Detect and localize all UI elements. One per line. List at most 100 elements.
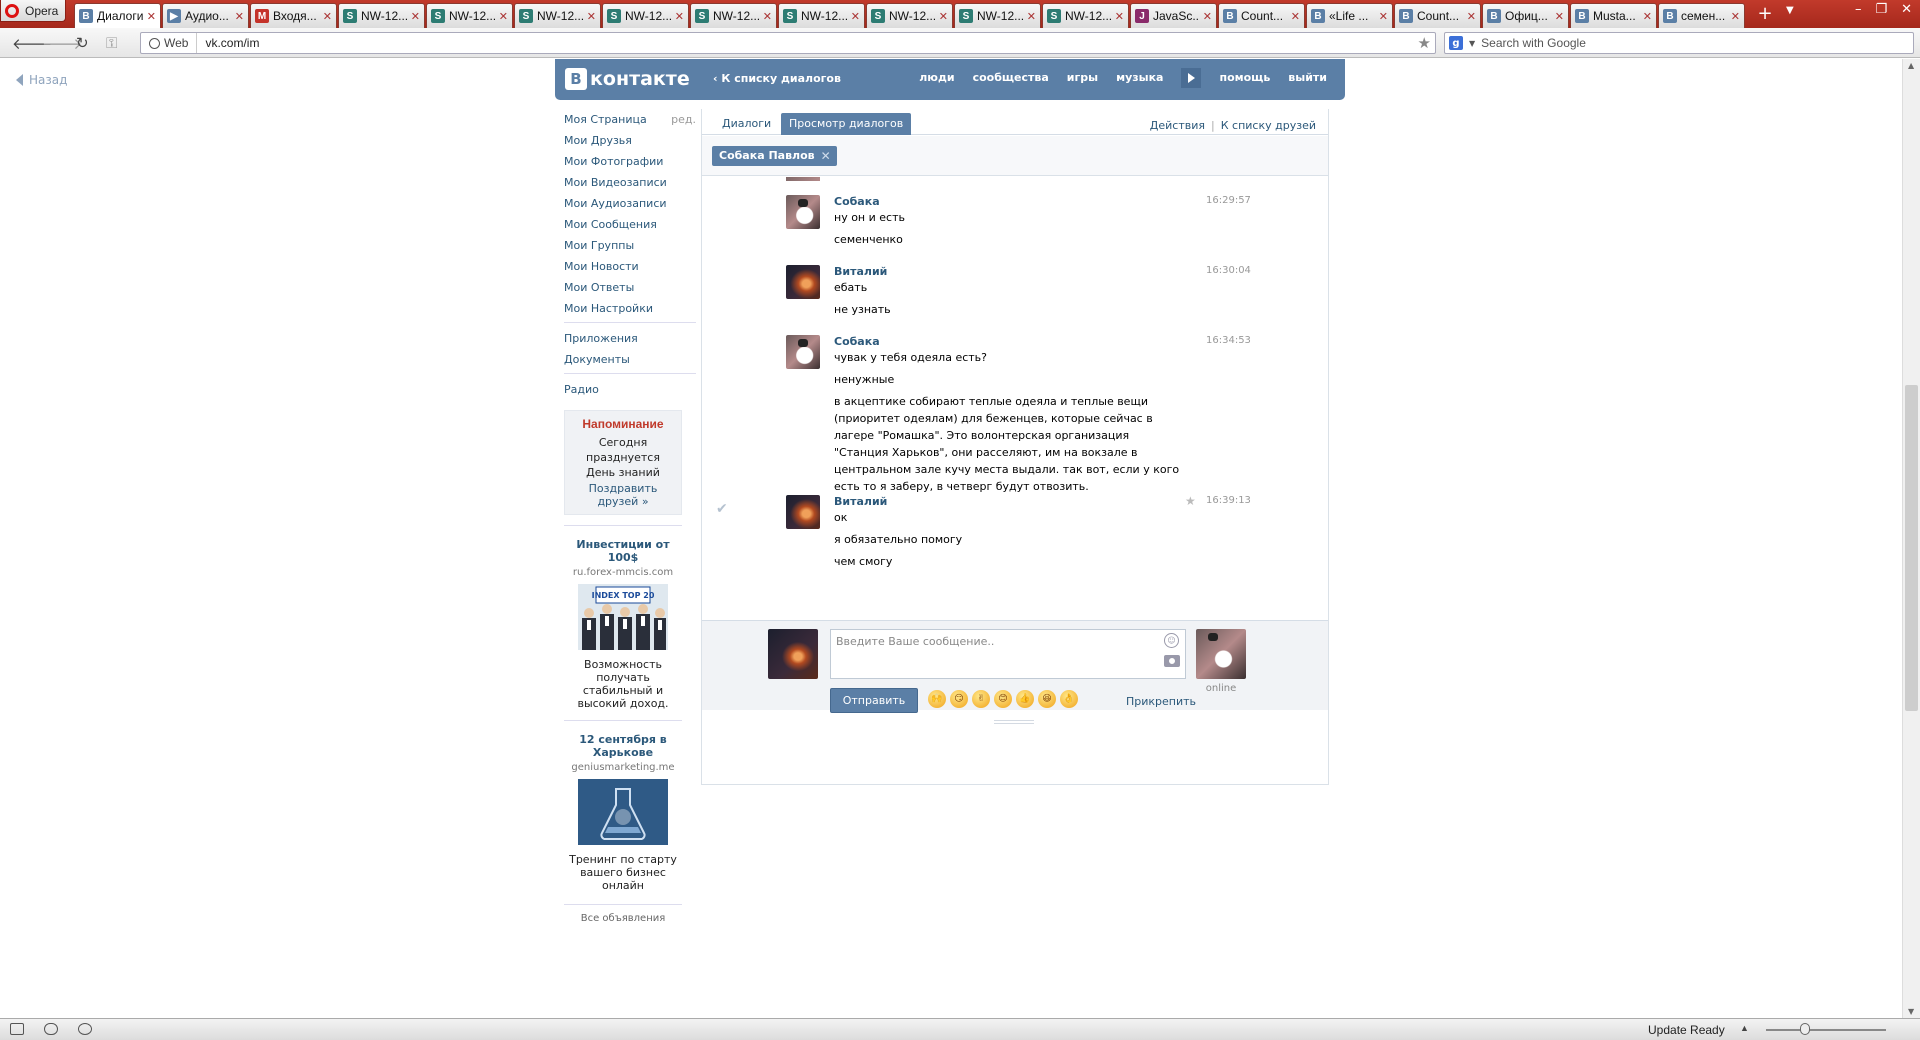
back-to-dialogs-link[interactable]: ‹ К списку диалогов: [713, 72, 841, 85]
smile-icon[interactable]: ☺: [1164, 633, 1179, 648]
browser-tab[interactable]: В Musta... ✕: [1570, 3, 1657, 28]
peer-chip[interactable]: Собака Павлов ✕: [712, 146, 837, 166]
tab-view-dialogs[interactable]: Просмотр диалогов: [781, 113, 912, 135]
emoji-icon[interactable]: 😆: [1038, 690, 1056, 708]
sidebar-item[interactable]: Мои Видеозаписи: [558, 172, 696, 193]
emoji-icon[interactable]: ✌: [972, 690, 990, 708]
nav-communities[interactable]: сообщества: [973, 71, 1049, 88]
checkmark-icon[interactable]: ✔: [716, 501, 728, 517]
sidebar-item[interactable]: Мои Ответы: [558, 277, 696, 298]
close-tab-icon[interactable]: ✕: [147, 10, 156, 23]
camera-icon[interactable]: [1164, 655, 1180, 667]
message-avatar[interactable]: [786, 335, 820, 369]
sidebar-item[interactable]: Мои Настройки: [558, 298, 696, 319]
url-text[interactable]: vk.com/im: [197, 36, 259, 50]
close-tab-icon[interactable]: ✕: [323, 10, 332, 23]
key-icon[interactable]: ⚿: [106, 34, 117, 52]
favorite-star-icon[interactable]: ★: [1185, 494, 1196, 508]
zoom-slider-handle[interactable]: [1800, 1023, 1810, 1035]
restore-icon[interactable]: ❐: [1875, 2, 1887, 17]
browser-tab[interactable]: В Count... ✕: [1394, 3, 1481, 28]
back-link[interactable]: Назад: [16, 73, 67, 87]
browser-tab[interactable]: ▶ Аудио... ✕: [162, 3, 249, 28]
speed-dial-icon[interactable]: [78, 1023, 92, 1035]
vk-logo[interactable]: В контакте: [565, 68, 690, 90]
emoji-icon[interactable]: 👌: [1060, 690, 1078, 708]
ad-title[interactable]: 12 сентября в Харькове: [564, 733, 682, 759]
close-tab-icon[interactable]: ✕: [939, 10, 948, 23]
emoji-icon[interactable]: 👍: [1016, 690, 1034, 708]
close-tab-icon[interactable]: ✕: [1731, 10, 1740, 23]
browser-tab[interactable]: S NW-12... ✕: [866, 3, 953, 28]
sidebar-item[interactable]: Мои Аудиозаписи: [558, 193, 696, 214]
browser-tab[interactable]: В Офиц... ✕: [1482, 3, 1569, 28]
scroll-down-icon[interactable]: ▼: [1908, 1007, 1914, 1016]
update-ready-label[interactable]: Update Ready: [1648, 1023, 1725, 1037]
congratulate-friends-link[interactable]: Поздравить друзей »: [567, 482, 679, 508]
tab-list-chevron-icon[interactable]: ▼: [1786, 5, 1794, 16]
ad-title[interactable]: Инвестиции от 100$: [564, 538, 682, 564]
panel-toggle-icon[interactable]: [10, 1023, 24, 1035]
zoom-slider[interactable]: [1766, 1029, 1886, 1031]
close-window-icon[interactable]: ✕: [1901, 2, 1912, 17]
close-tab-icon[interactable]: ✕: [1379, 10, 1388, 23]
new-tab-button[interactable]: +: [1754, 5, 1776, 25]
all-ads-link[interactable]: Все объявления: [564, 904, 682, 924]
reload-icon[interactable]: ↻: [76, 34, 89, 52]
close-tab-icon[interactable]: ✕: [411, 10, 420, 23]
close-tab-icon[interactable]: ✕: [763, 10, 772, 23]
resize-grip[interactable]: [994, 720, 1034, 724]
browser-tab[interactable]: В «Life ... ✕: [1306, 3, 1393, 28]
browser-tab[interactable]: S NW-12... ✕: [690, 3, 777, 28]
message-history[interactable]: Собака 16:29:57 ну он и есть семенченко Вита…: [702, 177, 1328, 619]
close-tab-icon[interactable]: ✕: [675, 10, 684, 23]
send-button[interactable]: Отправить: [830, 688, 918, 713]
ad-block[interactable]: Инвестиции от 100$ ru.forex-mmcis.com IN…: [564, 525, 682, 710]
message-input[interactable]: [830, 629, 1186, 679]
emoji-icon[interactable]: 😏: [950, 690, 968, 708]
edit-link[interactable]: ред.: [671, 113, 696, 126]
close-tab-icon[interactable]: ✕: [235, 10, 244, 23]
emoji-icon[interactable]: 😊: [994, 690, 1012, 708]
browser-tab[interactable]: В Count... ✕: [1218, 3, 1305, 28]
address-field[interactable]: Web vk.com/im ★: [140, 32, 1436, 54]
scrollbar-thumb[interactable]: [1905, 385, 1918, 711]
scroll-up-icon[interactable]: ▲: [1908, 61, 1914, 70]
sidebar-item[interactable]: Мои Друзья: [558, 130, 696, 151]
emoji-icon[interactable]: 🙌: [928, 690, 946, 708]
message-avatar[interactable]: [786, 265, 820, 299]
close-tab-icon[interactable]: ✕: [1555, 10, 1564, 23]
sidebar-item[interactable]: Мои Группы: [558, 235, 696, 256]
browser-tab[interactable]: S NW-12... ✕: [602, 3, 689, 28]
zoom-caret-icon[interactable]: ▲: [1740, 1023, 1749, 1033]
cloud-icon[interactable]: [44, 1023, 58, 1035]
message-avatar[interactable]: [786, 195, 820, 229]
attach-link[interactable]: Прикрепить: [1126, 695, 1196, 708]
close-tab-icon[interactable]: ✕: [1291, 10, 1300, 23]
my-avatar[interactable]: [768, 629, 818, 679]
sidebar-item[interactable]: Приложения: [558, 328, 696, 349]
nav-games[interactable]: игры: [1067, 71, 1098, 88]
page-scrollbar[interactable]: ▲ ▼: [1902, 59, 1920, 1018]
close-tab-icon[interactable]: ✕: [1203, 10, 1212, 23]
music-play-icon[interactable]: [1181, 68, 1202, 88]
opera-menu-button[interactable]: Opera: [0, 0, 66, 22]
tab-dialogs[interactable]: Диалоги: [714, 113, 779, 135]
bookmark-star-icon[interactable]: ★: [1418, 34, 1431, 52]
close-tab-icon[interactable]: ✕: [1027, 10, 1036, 23]
browser-tab[interactable]: S NW-12... ✕: [1042, 3, 1129, 28]
browser-tab[interactable]: M Входя... ✕: [250, 3, 337, 28]
close-tab-icon[interactable]: ✕: [499, 10, 508, 23]
browser-tab[interactable]: S NW-12... ✕: [954, 3, 1041, 28]
close-tab-icon[interactable]: ✕: [587, 10, 596, 23]
search-input[interactable]: [1481, 36, 1882, 50]
remove-peer-icon[interactable]: ✕: [821, 146, 831, 166]
sidebar-item[interactable]: Мои Сообщения: [558, 214, 696, 235]
sidebar-item[interactable]: Радио: [558, 379, 696, 400]
message-author[interactable]: Собака: [834, 195, 880, 208]
browser-tab[interactable]: J JavaSc... ✕: [1130, 3, 1217, 28]
nav-people[interactable]: люди: [919, 71, 954, 88]
sidebar-item[interactable]: Мои Новости: [558, 256, 696, 277]
actions-link[interactable]: Действия: [1150, 119, 1205, 132]
browser-tab[interactable]: S NW-12... ✕: [778, 3, 865, 28]
